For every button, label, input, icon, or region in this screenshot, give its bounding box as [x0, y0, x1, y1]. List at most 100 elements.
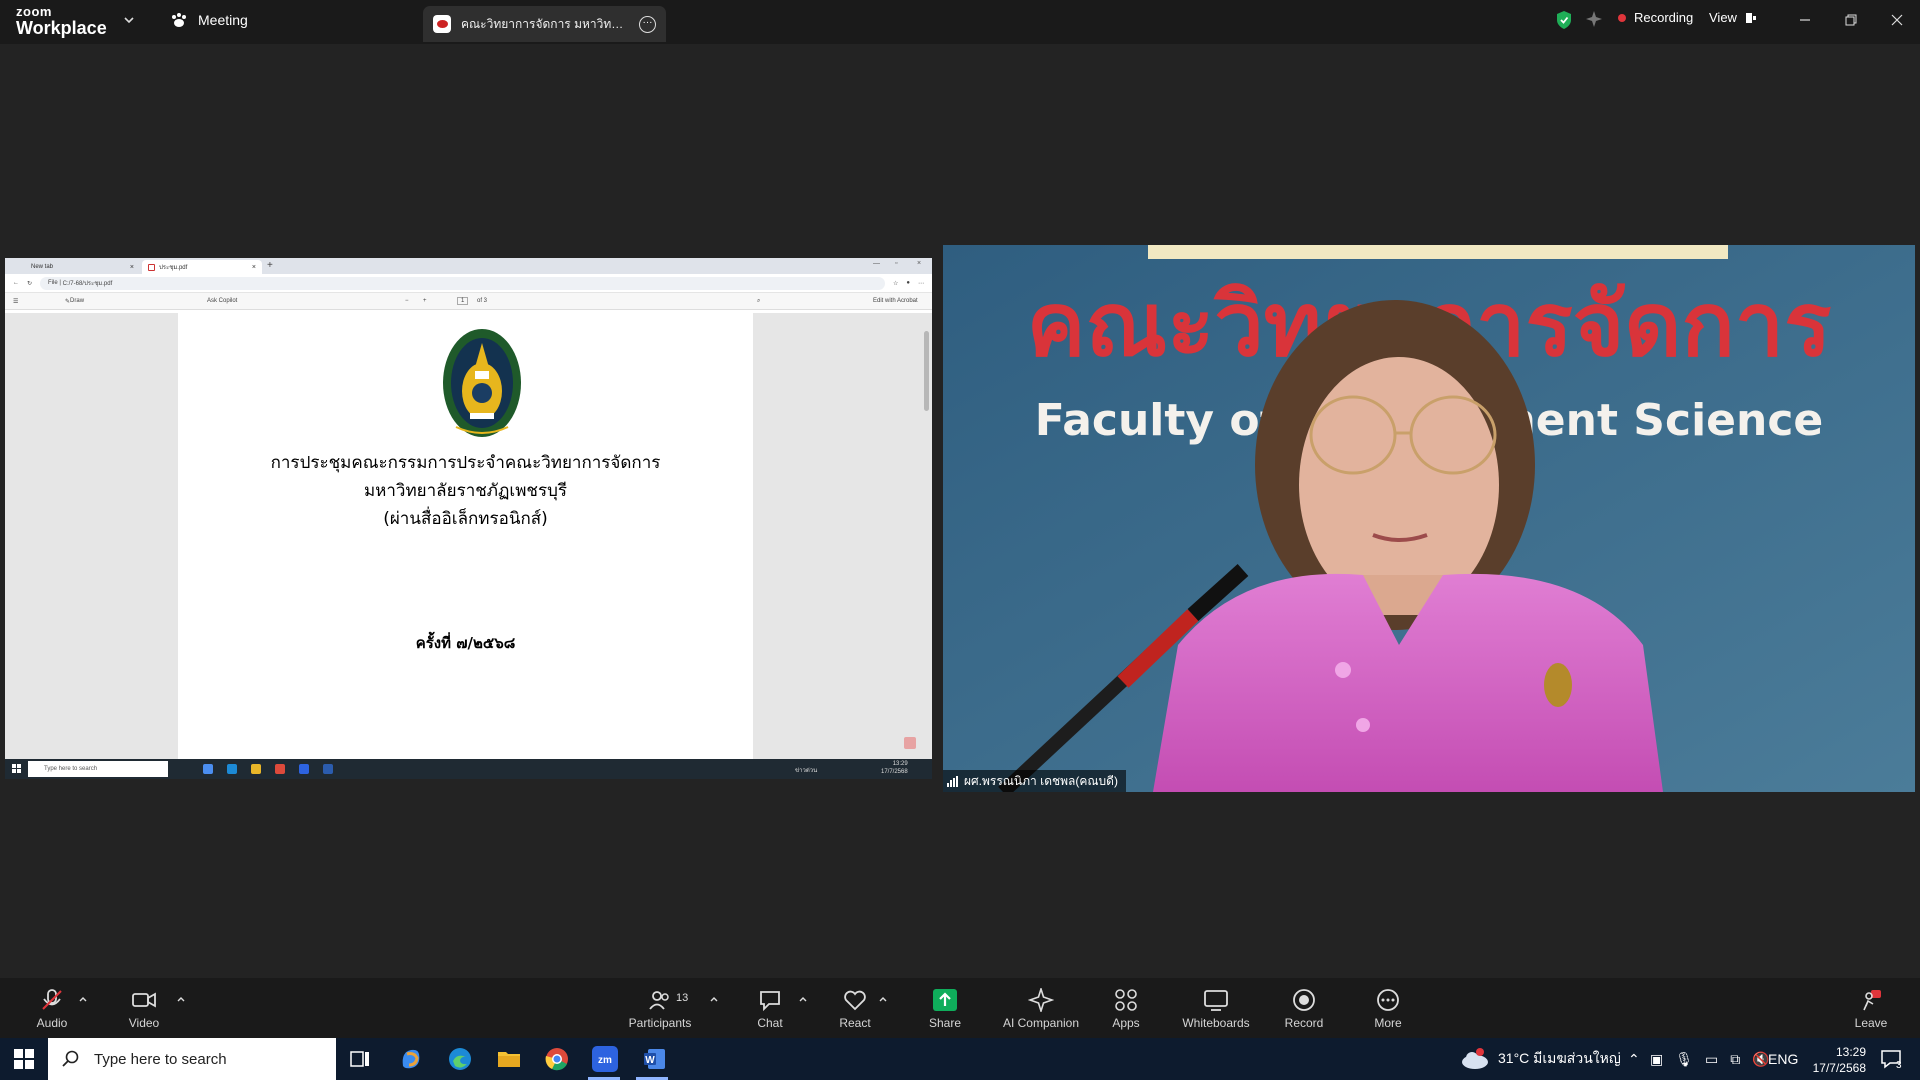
display-icon[interactable]: ⧉: [1730, 1051, 1740, 1068]
microphone-icon[interactable]: 🎙: [1675, 1051, 1693, 1068]
chat-options-caret-icon[interactable]: [798, 994, 808, 1004]
chrome-icon[interactable]: [544, 1046, 570, 1072]
copilot-icon[interactable]: [203, 764, 213, 774]
ask-copilot-button[interactable]: Ask Copilot: [207, 298, 237, 304]
close-icon[interactable]: ×: [252, 264, 256, 271]
network-icon[interactable]: ▭: [1705, 1051, 1718, 1068]
share-button[interactable]: Share: [925, 988, 965, 1030]
maximize-icon[interactable]: ▫: [895, 260, 897, 267]
file-explorer-icon[interactable]: [496, 1046, 522, 1072]
address-bar[interactable]: File | C:/7-68/ประชุม.pdf: [40, 276, 885, 290]
profile-icon[interactable]: ●: [906, 280, 910, 286]
participants-label: Participants: [628, 1016, 692, 1030]
restore-icon[interactable]: [1836, 8, 1866, 32]
heart-icon: [844, 990, 866, 1011]
react-options-caret-icon[interactable]: [878, 994, 888, 1004]
chrome-icon[interactable]: [275, 764, 285, 774]
task-view-icon[interactable]: [347, 1046, 373, 1072]
weather-widget[interactable]: 31°C มีเมฆส่วนใหญ่: [1460, 1038, 1621, 1080]
browser-tab-pdf[interactable]: ประชุม.pdf ×: [142, 260, 262, 274]
shared-window-title: คณะวิทยาการจัดการ มหาวิทยาลัยราชภัฏ: [461, 16, 629, 31]
page-number-input[interactable]: 1: [457, 297, 469, 305]
close-icon[interactable]: ×: [130, 264, 134, 271]
word-icon[interactable]: [323, 764, 333, 774]
ai-companion-button[interactable]: AI Companion: [1000, 988, 1082, 1030]
more-button[interactable]: More: [1370, 988, 1406, 1030]
search-icon[interactable]: ⌕: [757, 298, 760, 305]
taskbar-clock[interactable]: 13:29 17/7/2568: [1788, 1044, 1866, 1076]
close-icon[interactable]: ×: [917, 260, 921, 267]
microphone-muted-icon: [42, 989, 62, 1010]
paw-icon: [172, 13, 186, 27]
leave-button[interactable]: Leave: [1853, 988, 1889, 1030]
menu-icon[interactable]: ⋯: [918, 280, 924, 287]
video-frame: คณะวิทยาการจัดการ Faculty of Management …: [943, 245, 1915, 792]
ai-companion-label: AI Companion: [1002, 1016, 1080, 1030]
cloud-icon: [1462, 1048, 1488, 1069]
star-icon[interactable]: ☆: [893, 280, 898, 287]
windows-taskbar: Type here to search zm W 31°C มีเมฆส่วนใ…: [0, 1038, 1920, 1080]
view-button[interactable]: View: [1709, 10, 1757, 25]
word-icon[interactable]: W: [642, 1046, 668, 1072]
zoom-workplace-logo[interactable]: zoom Workplace: [16, 5, 107, 37]
video-button[interactable]: Video: [126, 988, 162, 1030]
new-tab-icon[interactable]: +: [267, 260, 273, 271]
more-label: More: [1374, 1016, 1402, 1030]
windows-start-icon[interactable]: [14, 1049, 34, 1069]
close-icon[interactable]: [1882, 8, 1912, 32]
notifications-icon[interactable]: 3: [1880, 1038, 1902, 1080]
browser-tab-new[interactable]: New tab ×: [25, 260, 140, 274]
taskbar-search-box[interactable]: Type here to search: [48, 1038, 336, 1080]
zoom-out-icon[interactable]: −: [405, 298, 409, 304]
minimize-icon[interactable]: —: [873, 260, 880, 267]
whiteboards-button[interactable]: Whiteboards: [1180, 988, 1252, 1030]
zoom-icon[interactable]: [299, 764, 309, 774]
ai-sparkle-icon[interactable]: [1585, 10, 1603, 28]
tab-meeting[interactable]: Meeting: [170, 12, 248, 28]
chat-label: Chat: [757, 1016, 783, 1030]
windows-start-icon[interactable]: [12, 764, 21, 773]
zoom-app-icon[interactable]: zm: [592, 1046, 618, 1072]
audio-options-caret-icon[interactable]: [78, 994, 88, 1004]
reload-icon[interactable]: ↻: [27, 280, 32, 287]
pdf-page: การประชุมคณะกรรมการประจำคณะวิทยาการจัดกา…: [178, 313, 753, 759]
zoom-in-icon[interactable]: +: [423, 298, 427, 304]
copilot-icon[interactable]: [398, 1046, 424, 1072]
acrobat-icon[interactable]: [904, 737, 916, 749]
inner-clock: 13:29 17/7/2568: [881, 760, 908, 776]
draw-button[interactable]: ✎ Draw: [65, 298, 84, 305]
encryption-shield-icon[interactable]: [1555, 10, 1573, 30]
react-button[interactable]: React: [837, 988, 873, 1030]
edge-icon[interactable]: [227, 764, 237, 774]
share-screen-icon: [933, 989, 957, 1011]
apps-button[interactable]: Apps: [1110, 988, 1142, 1030]
tray-chevron-icon[interactable]: ⌃: [1628, 1038, 1640, 1080]
back-icon[interactable]: ←: [13, 280, 19, 286]
recording-label: Recording: [1634, 10, 1694, 25]
more-options-icon[interactable]: ···: [639, 15, 656, 33]
system-tray-icons: ▣ 🎙 ▭ ⧉ 🔇: [1650, 1038, 1770, 1080]
participants-options-caret-icon[interactable]: [709, 994, 719, 1004]
logo-line1: zoom: [16, 4, 52, 19]
contents-icon[interactable]: ☰: [13, 298, 18, 305]
participant-name: ผศ.พรรณนิภา เดชพล(คณบดี): [964, 773, 1118, 788]
pdf-scrollbar[interactable]: [924, 313, 930, 759]
chevron-down-icon[interactable]: [122, 13, 136, 27]
edge-icon[interactable]: [447, 1046, 473, 1072]
url-prefix: File: [48, 280, 58, 286]
record-button[interactable]: Record: [1284, 988, 1324, 1030]
edit-with-acrobat-button[interactable]: Edit with Acrobat: [873, 298, 918, 304]
chat-button[interactable]: Chat: [752, 988, 788, 1030]
inner-search-box[interactable]: Type here to search: [28, 761, 168, 777]
minimize-icon[interactable]: [1790, 8, 1820, 32]
audio-button[interactable]: Audio: [34, 988, 70, 1030]
apps-label: Apps: [1112, 1016, 1140, 1030]
tab-shared-window[interactable]: คณะวิทยาการจัดการ มหาวิทยาลัยราชภัฏ ···: [423, 6, 666, 42]
folder-icon[interactable]: [251, 764, 261, 774]
meet-now-icon[interactable]: ▣: [1650, 1051, 1663, 1068]
inner-windows-taskbar: Type here to search ข่าวด่วน 13:29 17/7/…: [5, 759, 932, 779]
recording-indicator[interactable]: Recording: [1618, 10, 1693, 25]
video-options-caret-icon[interactable]: [176, 994, 186, 1004]
participant-video-tile[interactable]: คณะวิทยาการจัดการ Faculty of Management …: [943, 245, 1915, 792]
participant-nameplate: ผศ.พรรณนิภา เดชพล(คณบดี): [943, 770, 1126, 792]
